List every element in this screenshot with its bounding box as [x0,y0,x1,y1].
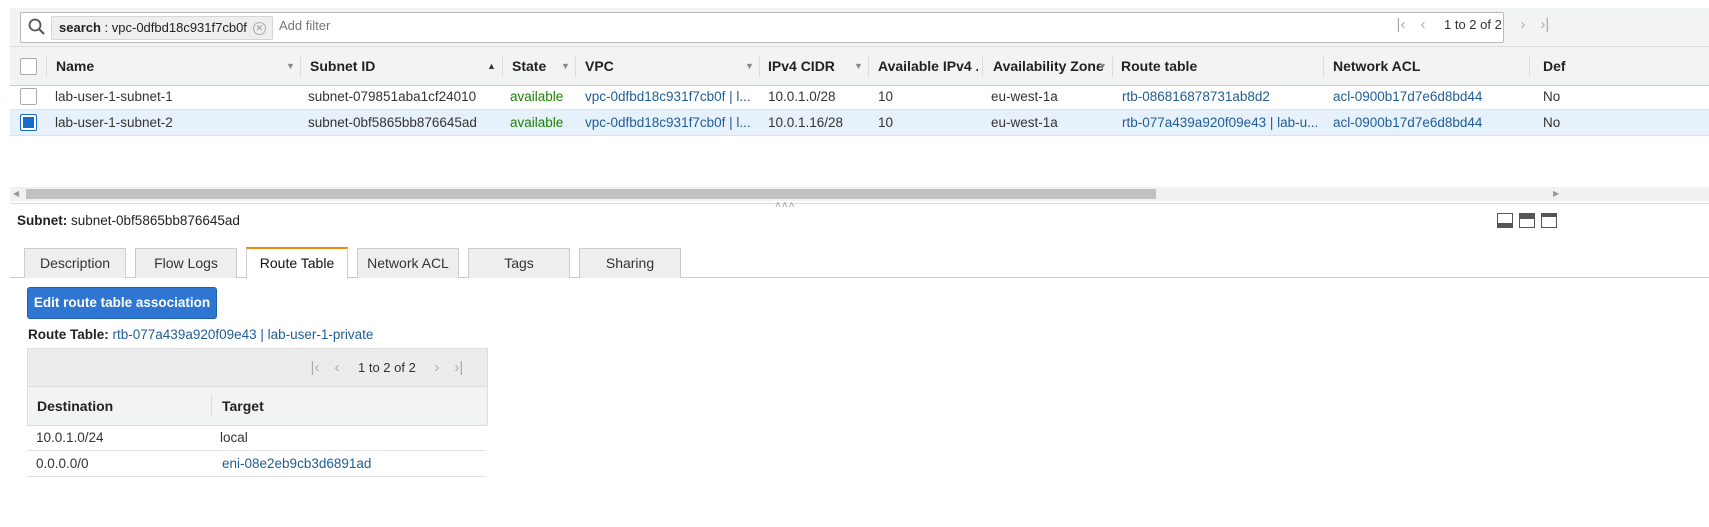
next-page-icon[interactable]: › [426,359,448,376]
sort-caret-icon[interactable]: ▼ [854,47,863,85]
route-target-link[interactable]: eni-08e2eb9cb3d6891ad [222,451,371,476]
tab-description[interactable]: Description [24,248,126,278]
row-checkbox[interactable] [20,88,37,105]
cell-subnet-id: subnet-079851aba1cf24010 [308,89,477,104]
subnet-label-key: Subnet: [17,213,68,228]
prev-page-icon[interactable]: ‹ [326,359,348,376]
scroll-right-icon[interactable]: ▶ [1553,187,1559,201]
subnet-label-value: subnet-0bf5865bb876645ad [71,213,240,228]
cell-default: No [1543,115,1561,130]
search-filter-input[interactable]: search : vpc-0dfbd18c931f7cb0f ✕ Add filt… [20,12,1504,43]
cell-available-ipv4: 10 [878,89,894,104]
cell-route-table-link[interactable]: rtb-086816878731ab8d2 [1122,84,1270,109]
route-destination: 10.0.1.0/24 [36,430,104,445]
tab-sharing[interactable]: Sharing [579,248,681,278]
route-row: 10.0.1.0/24 local [27,425,486,451]
route-table-association: Route Table: rtb-077a439a920f09e43 | lab… [28,327,373,342]
cell-route-table-link[interactable]: rtb-077a439a920f09e43 | lab-u... [1122,110,1317,135]
cell-default: No [1543,89,1561,104]
row-checkbox-checked[interactable] [20,114,37,131]
selected-subnet-label: Subnet: subnet-0bf5865bb876645ad [17,213,240,228]
col-network-acl[interactable]: Network ACL [1333,47,1420,85]
add-filter-placeholder[interactable]: Add filter [279,18,330,33]
routes-table-header: Destination Target [27,386,488,426]
cell-vpc-link[interactable]: vpc-0dfbd18c931f7cb0f | l... [585,84,750,109]
tab-route-table[interactable]: Route Table [246,247,348,279]
cell-vpc-link[interactable]: vpc-0dfbd18c931f7cb0f | l... [585,110,750,135]
resize-grip-icon[interactable]: ˄˄˄ [775,200,796,211]
col-available-ipv4[interactable]: Available IPv4 ... [878,47,978,85]
cell-state: available [510,89,564,104]
cell-az: eu-west-1a [991,115,1058,130]
layout-top-icon[interactable] [1541,213,1557,228]
first-page-icon[interactable]: |‹ [1390,16,1412,33]
last-page-icon[interactable]: ›| [448,359,470,376]
filter-token-key: search [59,20,101,35]
col-ipv4-cidr[interactable]: IPv4 CIDR [768,47,835,85]
table-row[interactable]: lab-user-1-subnet-1 subnet-079851aba1cf2… [10,84,1709,110]
layout-bottom-icon[interactable] [1497,213,1513,228]
tab-network-acl[interactable]: Network ACL [357,248,459,278]
col-name[interactable]: Name [56,47,94,85]
cell-name: lab-user-1-subnet-2 [55,115,173,130]
cell-state: available [510,115,564,130]
subnets-table-header: Name ▼ Subnet ID ▲ State ▼ VPC ▼ IPv4 CI… [10,46,1709,86]
filter-token[interactable]: search : vpc-0dfbd18c931f7cb0f ✕ [51,16,273,40]
first-page-icon[interactable]: |‹ [304,359,326,376]
cell-az: eu-west-1a [991,89,1058,104]
col-destination[interactable]: Destination [37,387,113,425]
col-default[interactable]: Def [1543,47,1566,85]
scroll-left-icon[interactable]: ◀ [13,187,19,201]
search-icon [28,18,45,35]
route-destination: 0.0.0.0/0 [36,456,89,471]
cell-cidr: 10.0.1.0/28 [768,89,836,104]
route-table-link[interactable]: rtb-077a439a920f09e43 | lab-user-1-priva… [113,327,374,342]
cell-name: lab-user-1-subnet-1 [55,89,173,104]
cell-network-acl-link[interactable]: acl-0900b17d7e6d8bd44 [1333,110,1482,135]
sort-caret-icon[interactable]: ▼ [286,47,295,85]
pagination-text: 1 to 2 of 2 [1444,17,1502,32]
last-page-icon[interactable]: ›| [1534,16,1556,33]
remove-token-icon[interactable]: ✕ [252,22,266,35]
routes-pagination-text: 1 to 2 of 2 [358,360,416,375]
cell-cidr: 10.0.1.16/28 [768,115,844,130]
top-pagination: |‹ ‹ 1 to 2 of 2 › ›| [1390,16,1556,33]
col-route-table[interactable]: Route table [1121,47,1197,85]
col-vpc[interactable]: VPC [585,47,614,85]
select-all-checkbox[interactable] [20,58,37,75]
route-row: 0.0.0.0/0 eni-08e2eb9cb3d6891ad [27,451,486,477]
sort-caret-icon[interactable]: ▼ [745,47,754,85]
next-page-icon[interactable]: › [1512,16,1534,33]
tab-tags[interactable]: Tags [468,248,570,278]
sort-caret-icon[interactable]: ▼ [561,47,570,85]
cell-available-ipv4: 10 [878,115,894,130]
routes-pagination-bar: |‹ ‹ 1 to 2 of 2 › ›| [27,348,488,387]
routes-pagination: |‹ ‹ 1 to 2 of 2 › ›| [304,359,470,376]
sort-ascending-icon[interactable]: ▲ [487,47,496,85]
layout-split-icon[interactable] [1519,213,1535,228]
cell-subnet-id: subnet-0bf5865bb876645ad [308,115,477,130]
col-availability-zone[interactable]: Availability Zone [993,47,1104,85]
scrollbar-thumb[interactable] [26,189,1156,199]
route-target: local [220,430,248,445]
sort-caret-icon[interactable]: ▼ [1098,47,1107,85]
route-table-label: Route Table: [28,327,109,342]
col-target[interactable]: Target [222,387,264,425]
col-subnet-id[interactable]: Subnet ID [310,47,375,85]
col-state[interactable]: State [512,47,546,85]
table-row-selected[interactable]: lab-user-1-subnet-2 subnet-0bf5865bb8766… [10,110,1709,136]
filter-token-value: vpc-0dfbd18c931f7cb0f [111,20,247,35]
edit-route-table-association-button[interactable]: Edit route table association [27,287,217,319]
prev-page-icon[interactable]: ‹ [1412,16,1434,33]
cell-network-acl-link[interactable]: acl-0900b17d7e6d8bd44 [1333,84,1482,109]
tab-flow-logs[interactable]: Flow Logs [135,248,237,278]
pane-divider[interactable] [10,203,1709,204]
